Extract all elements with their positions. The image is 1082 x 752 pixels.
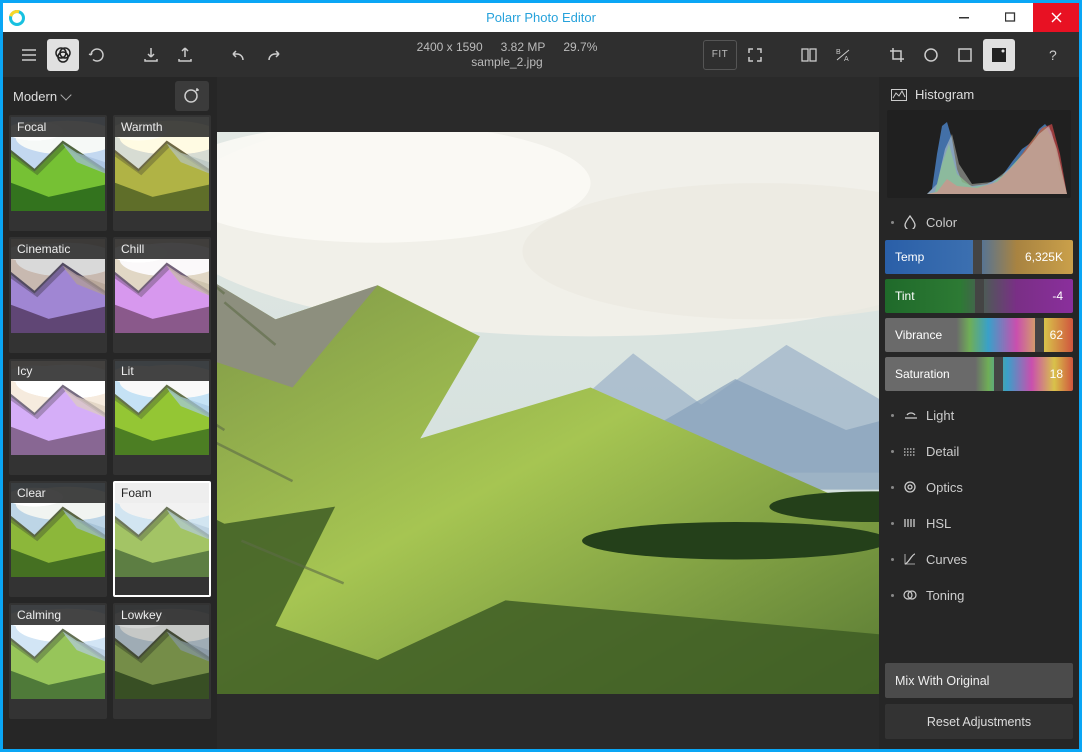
section-color[interactable]: Color — [879, 204, 1079, 240]
light-icon — [902, 407, 918, 423]
optics-icon — [902, 479, 918, 495]
svg-text:?: ? — [1049, 47, 1057, 63]
hsl-icon — [902, 515, 918, 531]
crop-button[interactable] — [881, 39, 913, 71]
filter-cinematic[interactable]: Cinematic — [9, 237, 107, 353]
filters-tab-button[interactable] — [47, 39, 79, 71]
square-mask-button[interactable] — [949, 39, 981, 71]
curves-icon — [902, 551, 918, 567]
filter-clear[interactable]: Clear — [9, 481, 107, 597]
filter-lit[interactable]: Lit — [113, 359, 211, 475]
menu-button[interactable] — [13, 39, 45, 71]
section-hsl[interactable]: HSL — [879, 505, 1079, 541]
filter-label: Lowkey — [115, 605, 209, 625]
section-light[interactable]: Light — [879, 397, 1079, 433]
titlebar: Polarr Photo Editor — [3, 3, 1079, 32]
filter-icy[interactable]: Icy — [9, 359, 107, 475]
filter-label: Foam — [115, 483, 209, 503]
histogram-icon — [891, 89, 907, 101]
toolbar: 2400 x 1590 3.82 MP 29.7% sample_2.jpg F… — [3, 32, 1079, 77]
histogram-header[interactable]: Histogram — [879, 77, 1079, 108]
adjustments-panel: Histogram Color Temp — [879, 77, 1079, 749]
filter-label: Clear — [11, 483, 105, 503]
chevron-down-icon — [60, 89, 71, 100]
section-toning[interactable]: Toning — [879, 577, 1079, 613]
minimize-button[interactable] — [941, 3, 987, 32]
filter-group-label: Modern — [13, 89, 57, 104]
filter-chill[interactable]: Chill — [113, 237, 211, 353]
section-detail[interactable]: Detail — [879, 433, 1079, 469]
filter-focal[interactable]: Focal — [9, 115, 107, 231]
filter-label: Chill — [115, 239, 209, 259]
slider-vibrance[interactable]: Vibrance 62 — [885, 318, 1073, 352]
app-icon — [3, 4, 31, 32]
filter-group-selector[interactable]: Modern — [13, 89, 70, 104]
image-megapixels: 3.82 MP — [501, 40, 546, 55]
histogram-title: Histogram — [915, 87, 974, 102]
adjustments-tab-button[interactable] — [983, 39, 1015, 71]
image-zoom: 29.7% — [563, 40, 597, 55]
section-label: Detail — [926, 444, 959, 459]
redo-button[interactable] — [257, 39, 289, 71]
close-button[interactable] — [1033, 3, 1079, 32]
filter-lowkey[interactable]: Lowkey — [113, 603, 211, 719]
slider-tint[interactable]: Tint -4 — [885, 279, 1073, 313]
filter-label: Icy — [11, 361, 105, 381]
add-filter-button[interactable] — [175, 81, 209, 111]
filter-label: Focal — [11, 117, 105, 137]
fullscreen-button[interactable] — [739, 39, 771, 71]
mix-with-original-button[interactable]: Mix With Original — [885, 663, 1073, 698]
filter-warmth[interactable]: Warmth — [113, 115, 211, 231]
image-filename: sample_2.jpg — [471, 55, 542, 70]
before-after-button[interactable]: BA — [827, 39, 859, 71]
section-label: HSL — [926, 516, 951, 531]
droplet-icon — [902, 214, 918, 230]
section-label: Light — [926, 408, 954, 423]
filter-sidebar: Modern Focal Warmth Cinematic Chill Icy … — [3, 77, 217, 749]
section-label: Optics — [926, 480, 963, 495]
section-label: Toning — [926, 588, 964, 603]
section-curves[interactable]: Curves — [879, 541, 1079, 577]
undo-button[interactable] — [223, 39, 255, 71]
import-button[interactable] — [135, 39, 167, 71]
image-dimensions: 2400 x 1590 — [417, 40, 483, 55]
maximize-button[interactable] — [987, 3, 1033, 32]
reset-adjustments-button[interactable]: Reset Adjustments — [885, 704, 1073, 739]
compare-split-button[interactable] — [793, 39, 825, 71]
export-button[interactable] — [169, 39, 201, 71]
photo-preview — [217, 132, 879, 694]
image-info: 2400 x 1590 3.82 MP 29.7% sample_2.jpg — [311, 40, 703, 70]
svg-text:A: A — [844, 56, 849, 63]
svg-text:B: B — [836, 49, 841, 56]
window-title: Polarr Photo Editor — [3, 10, 1079, 25]
filter-label: Calming — [11, 605, 105, 625]
filter-label: Lit — [115, 361, 209, 381]
histogram-display — [887, 110, 1071, 198]
section-optics[interactable]: Optics — [879, 469, 1079, 505]
filter-label: Cinematic — [11, 239, 105, 259]
help-button[interactable]: ? — [1037, 39, 1069, 71]
filter-calming[interactable]: Calming — [9, 603, 107, 719]
history-button[interactable] — [81, 39, 113, 71]
detail-icon — [902, 443, 918, 459]
slider-saturation[interactable]: Saturation 18 — [885, 357, 1073, 391]
section-color-label: Color — [926, 215, 957, 230]
canvas-area[interactable] — [217, 77, 879, 749]
fit-button[interactable]: FIT — [703, 40, 737, 70]
section-label: Curves — [926, 552, 967, 567]
filter-foam[interactable]: Foam — [113, 481, 211, 597]
slider-temp[interactable]: Temp 6,325K — [885, 240, 1073, 274]
filter-label: Warmth — [115, 117, 209, 137]
toning-icon — [902, 587, 918, 603]
circle-mask-button[interactable] — [915, 39, 947, 71]
